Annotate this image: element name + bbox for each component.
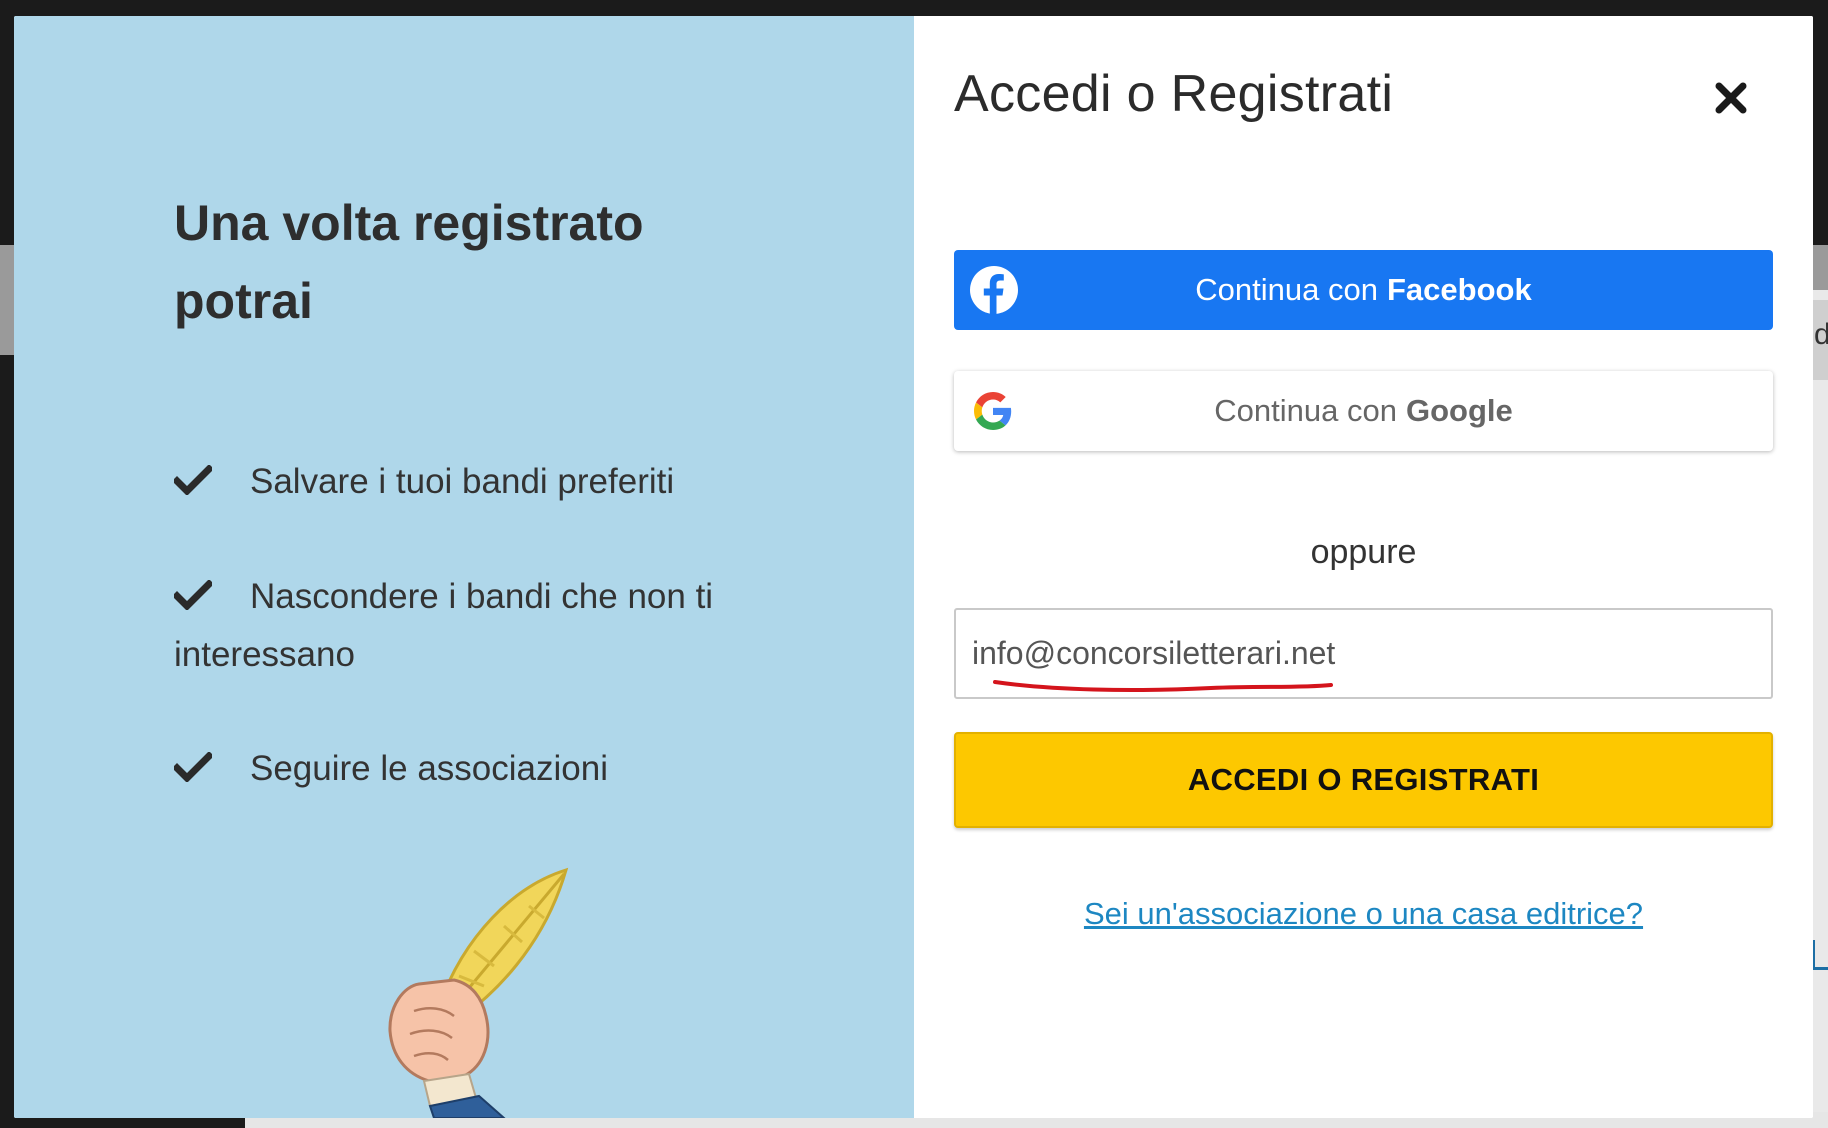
benefit-text: Salvare i tuoi bandi preferiti (250, 462, 675, 501)
background-page-letter: d (1814, 318, 1828, 351)
google-login-button[interactable]: Continua con Google (954, 371, 1773, 451)
modal-title: Accedi o Registrati (954, 65, 1394, 123)
benefit-text: Seguire le associazioni (250, 749, 608, 788)
login-submit-button[interactable]: ACCEDI O REGISTRATI (954, 732, 1773, 828)
separator-text: oppure (1310, 533, 1417, 571)
check-icon (174, 579, 212, 610)
association-link[interactable]: Sei un'associazione o una casa editrice? (954, 896, 1773, 932)
quill-illustration (388, 867, 569, 1118)
facebook-login-button[interactable]: Continua con Facebook (954, 250, 1773, 330)
benefit-item: Salvare i tuoi bandi preferiti (174, 453, 784, 511)
benefit-item: Seguire le associazioni (174, 740, 784, 798)
benefit-text: Nascondere i bandi che non ti interessan… (174, 577, 714, 674)
check-icon (174, 751, 212, 782)
google-icon (974, 392, 1012, 430)
google-button-prefix: Continua con (1214, 393, 1397, 428)
check-icon (174, 464, 212, 495)
benefits-panel: Una volta registrato potrai Salvare i tu… (14, 16, 914, 1118)
login-modal: Una volta registrato potrai Salvare i tu… (14, 16, 1813, 1118)
background-page-link-fragment (1812, 940, 1828, 970)
benefits-heading: Una volta registrato potrai (174, 195, 644, 329)
close-icon[interactable] (1711, 78, 1751, 118)
facebook-button-prefix: Continua con (1195, 272, 1378, 307)
facebook-button-brand: Facebook (1386, 272, 1532, 307)
email-input[interactable] (954, 608, 1773, 699)
background-page-right (1812, 290, 1828, 1128)
benefit-item: Nascondere i bandi che non ti interessan… (174, 568, 784, 684)
facebook-icon (970, 266, 1018, 314)
login-panel: Accedi o Registrati Continua con Facebook… (914, 16, 1813, 1118)
google-button-brand: Google (1405, 393, 1513, 428)
